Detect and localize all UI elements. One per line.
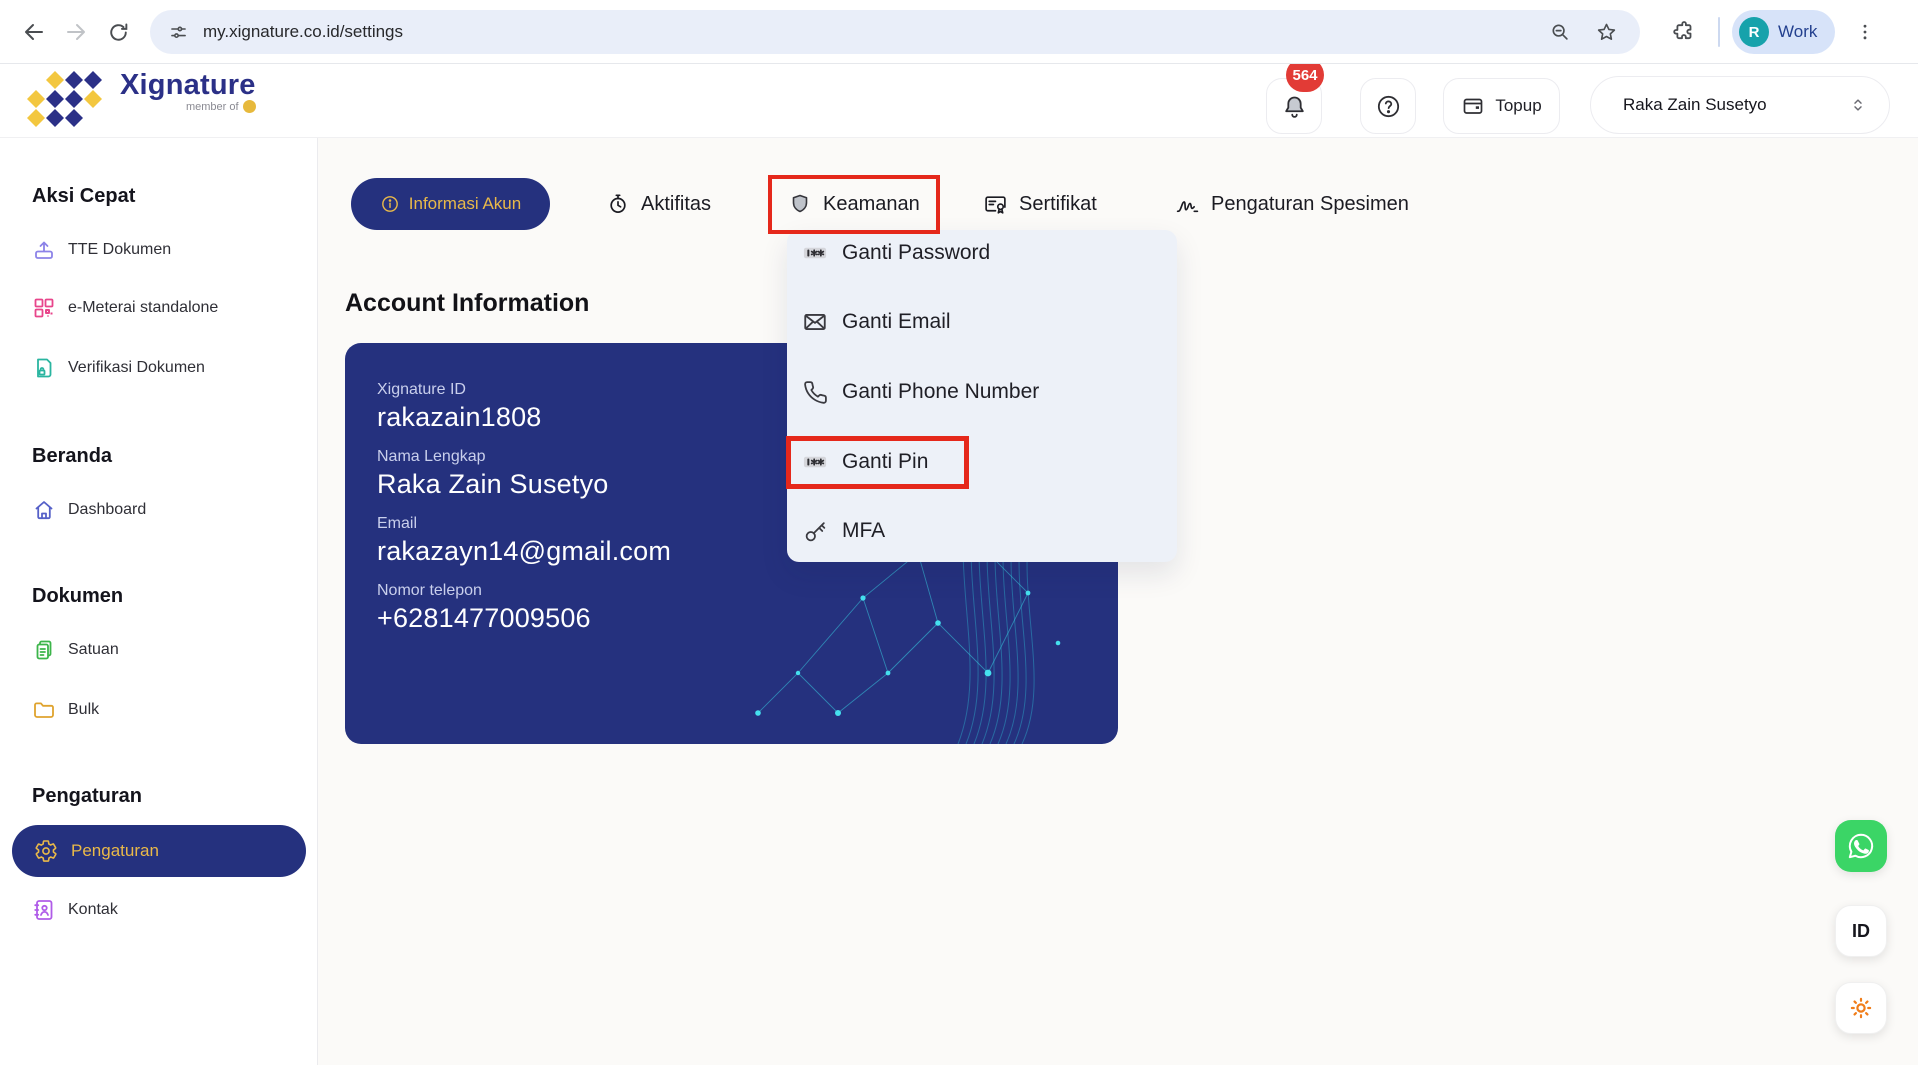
brand-name: Xignature — [120, 69, 256, 102]
profile-name: Work — [1778, 22, 1817, 42]
sidebar-item-kontak[interactable]: Kontak — [32, 898, 118, 922]
document-icon — [32, 638, 56, 662]
page-title: Account Information — [345, 289, 589, 318]
certificate-icon — [983, 192, 1008, 217]
qr-code-icon — [32, 296, 56, 320]
section-aksi-cepat: Aksi Cepat — [32, 185, 135, 208]
menu-item-ganti-pin[interactable]: Ganti Pin — [801, 439, 928, 485]
pin-icon — [801, 448, 829, 476]
bookmark-star-icon[interactable] — [1595, 21, 1618, 44]
phone-icon — [801, 378, 829, 406]
sidebar-item-satuan[interactable]: Satuan — [32, 638, 119, 662]
upload-tray-icon — [32, 238, 56, 262]
folder-icon — [32, 698, 56, 722]
browser-menu-icon[interactable] — [1855, 21, 1875, 43]
key-icon — [801, 517, 829, 545]
field-value-xignature-id: rakazain1808 — [377, 402, 671, 433]
question-icon — [1375, 93, 1402, 120]
forward-icon[interactable] — [62, 18, 90, 46]
back-icon[interactable] — [20, 18, 48, 46]
section-pengaturan: Pengaturan — [32, 785, 142, 808]
sidebar-item-pengaturan-active[interactable]: Pengaturan — [12, 825, 306, 877]
sidebar-item-bulk[interactable]: Bulk — [32, 698, 99, 722]
wallet-icon — [1461, 94, 1485, 118]
profile-avatar: R — [1739, 17, 1769, 47]
watch-icon — [606, 192, 630, 216]
section-dokumen: Dokumen — [32, 585, 123, 608]
tab-sertifikat[interactable]: Sertifikat — [983, 178, 1097, 230]
theme-toggle-button[interactable] — [1835, 982, 1887, 1034]
field-value-email: rakazayn14@gmail.com — [377, 536, 671, 567]
brand-member-text: member of — [186, 101, 239, 113]
menu-item-ganti-email[interactable]: Ganti Email — [801, 299, 951, 345]
field-value-phone: +6281477009506 — [377, 603, 671, 634]
topup-label: Topup — [1495, 96, 1541, 116]
tab-pengaturan-spesimen[interactable]: Pengaturan Spesimen — [1175, 178, 1409, 230]
field-label: Xignature ID — [377, 381, 671, 399]
help-button[interactable] — [1360, 78, 1416, 134]
reload-icon[interactable] — [104, 18, 132, 46]
gear-icon — [34, 839, 58, 863]
sidebar-item-dashboard[interactable]: Dashboard — [32, 498, 146, 522]
sidebar-item-emeterai[interactable]: e-Meterai standalone — [32, 296, 218, 320]
field-value-nama: Raka Zain Susetyo — [377, 469, 671, 500]
field-label: Nama Lengkap — [377, 448, 671, 466]
sidebar-item-tte-dokumen[interactable]: TTE Dokumen — [32, 238, 171, 262]
bell-icon — [1281, 93, 1308, 120]
shield-icon — [788, 192, 812, 216]
url-text[interactable]: my.xignature.co.id/settings — [203, 22, 403, 42]
topup-button[interactable]: Topup — [1443, 78, 1560, 134]
contact-book-icon — [32, 898, 56, 922]
xignature-logo[interactable]: Xignature member of — [26, 69, 256, 131]
site-settings-icon[interactable] — [168, 22, 189, 43]
document-check-icon — [32, 356, 56, 380]
sidebar-item-verifikasi[interactable]: Verifikasi Dokumen — [32, 356, 205, 380]
menu-item-ganti-password[interactable]: Ganti Password — [801, 230, 990, 276]
password-icon — [801, 239, 829, 267]
toolbar-divider — [1718, 17, 1720, 47]
address-bar[interactable]: my.xignature.co.id/settings — [150, 10, 1640, 54]
menu-item-ganti-phone[interactable]: Ganti Phone Number — [801, 369, 1039, 415]
section-beranda: Beranda — [32, 445, 112, 468]
keamanan-dropdown-menu: Ganti Password Ganti Email Ganti Phone N… — [787, 230, 1177, 562]
chevron-updown-icon — [1849, 94, 1867, 116]
tab-informasi-akun[interactable]: Informasi Akun — [351, 178, 550, 230]
zoom-out-icon[interactable] — [1549, 21, 1571, 43]
tab-keamanan[interactable]: Keamanan — [788, 178, 920, 230]
browser-profile-chip[interactable]: R Work — [1732, 10, 1835, 54]
extensions-icon[interactable] — [1672, 20, 1696, 44]
email-icon — [801, 308, 829, 336]
sun-icon — [1847, 994, 1875, 1022]
info-icon — [380, 194, 400, 214]
language-button[interactable]: ID — [1835, 905, 1887, 957]
logo-diamonds-icon — [26, 69, 114, 131]
whatsapp-icon — [1845, 830, 1877, 862]
user-name: Raka Zain Susetyo — [1623, 95, 1849, 115]
app-header: Xignature member of 564 Topup Raka Zain … — [0, 64, 1918, 138]
browser-toolbar: my.xignature.co.id/settings R Work — [0, 0, 1918, 64]
menu-item-mfa[interactable]: MFA — [801, 508, 885, 554]
member-brand-icon — [243, 100, 256, 113]
whatsapp-button[interactable] — [1835, 820, 1887, 872]
sidebar: Aksi Cepat TTE Dokumen e-Meterai standal… — [0, 138, 318, 1065]
field-label: Nomor telepon — [377, 582, 671, 600]
home-icon — [32, 498, 56, 522]
user-menu[interactable]: Raka Zain Susetyo — [1590, 76, 1890, 134]
tab-aktifitas[interactable]: Aktifitas — [606, 178, 711, 230]
field-label: Email — [377, 515, 671, 533]
signature-icon — [1175, 192, 1200, 217]
